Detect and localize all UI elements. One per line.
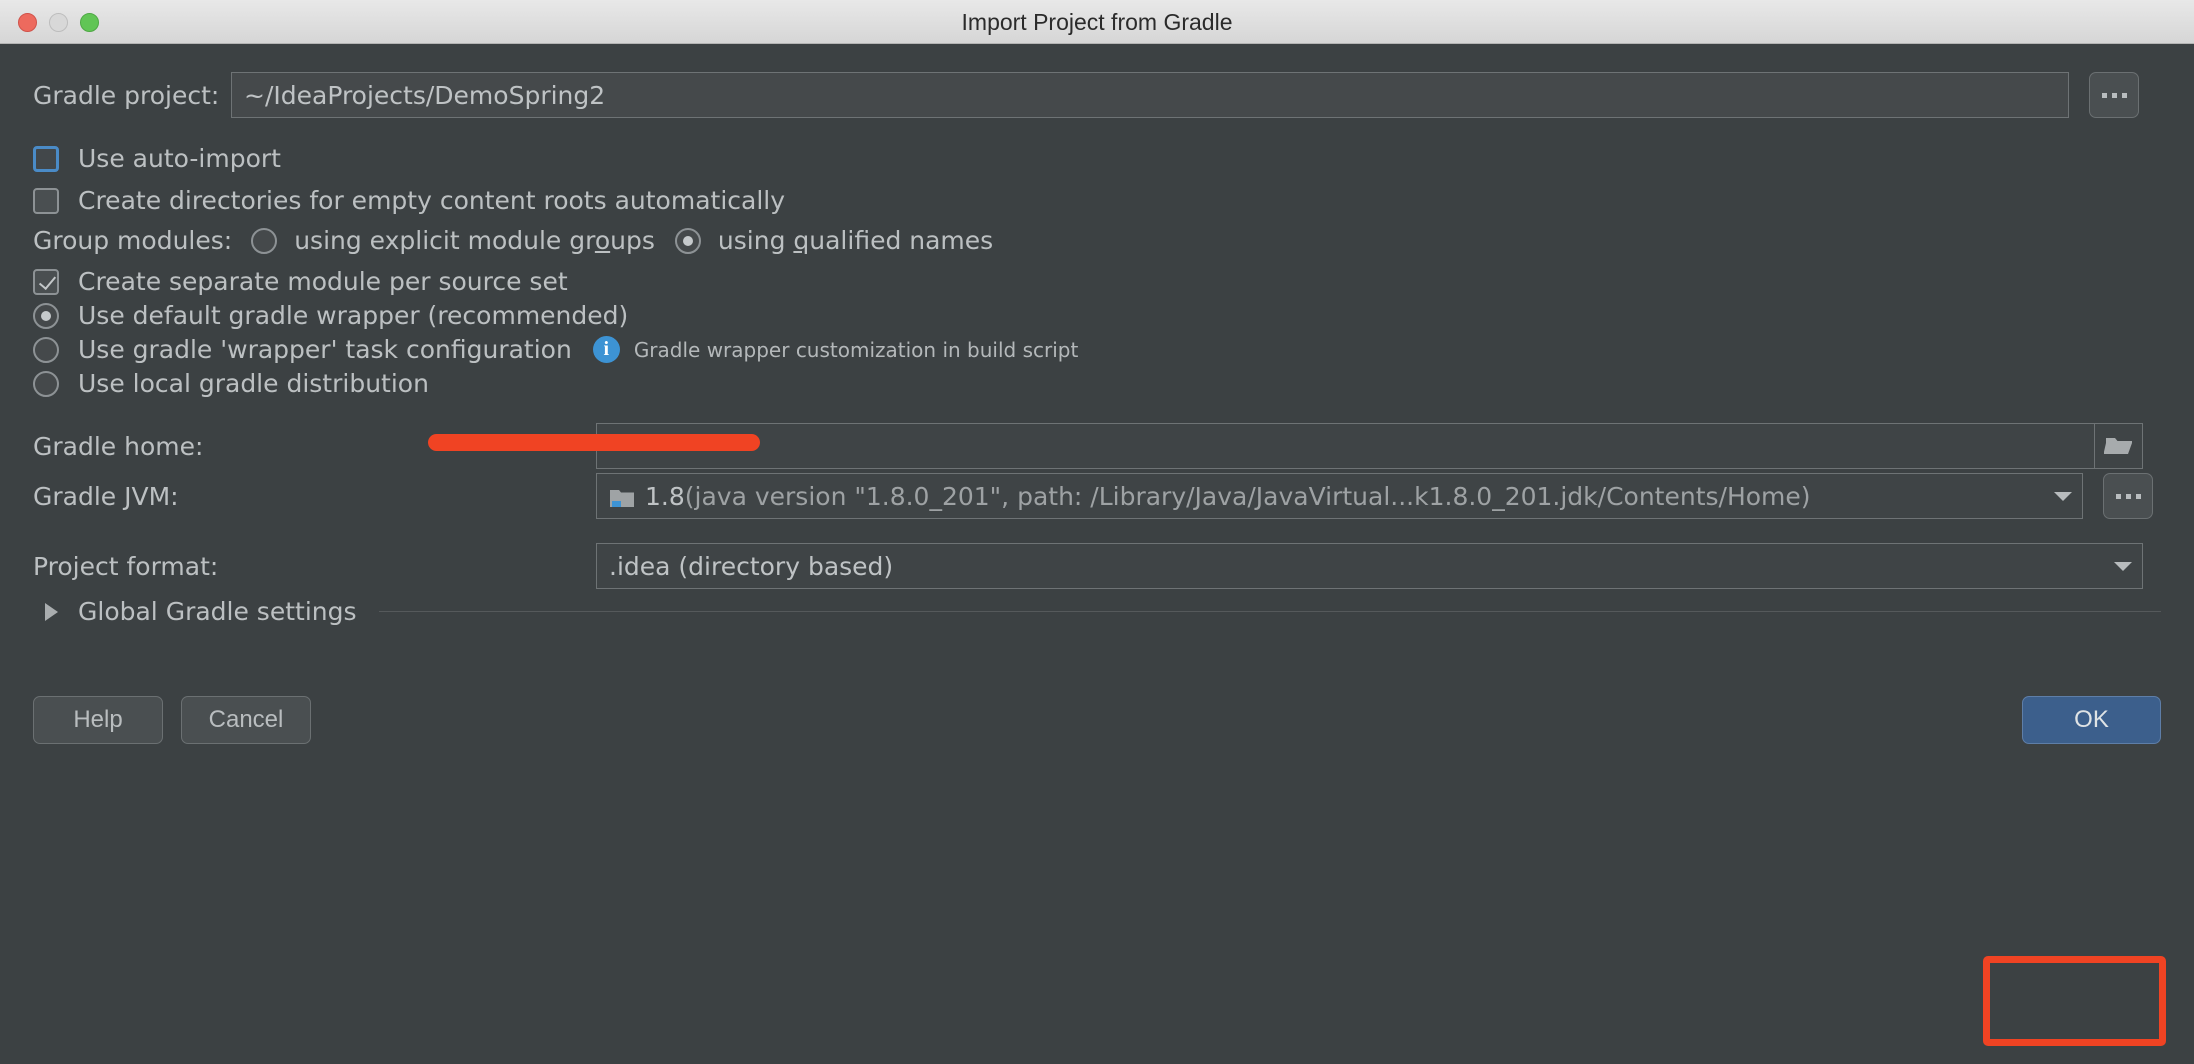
gradle-home-row: Gradle home: — [33, 423, 2143, 469]
group-modules-qualified-radio[interactable] — [674, 227, 701, 254]
create-separate-module-label: Create separate module per source set — [78, 267, 568, 296]
dot-glyph — [2111, 92, 2117, 98]
global-gradle-settings-label: Global Gradle settings — [78, 597, 357, 626]
gradle-home-label: Gradle home: — [33, 431, 204, 461]
dot-glyph — [2135, 493, 2141, 499]
gradle-jvm-label: Gradle JVM: — [33, 481, 179, 511]
gradle-local-distribution-label: Use local gradle distribution — [78, 369, 429, 398]
gradle-local-distribution-row[interactable]: Use local gradle distribution — [33, 369, 429, 398]
jvm-detail: (java version "1.8.0_201", path: /Librar… — [684, 481, 1811, 511]
ok-button[interactable]: OK — [2022, 696, 2161, 744]
chevron-right-icon[interactable] — [45, 602, 58, 621]
gradle-wrapper-default-radio[interactable] — [33, 302, 59, 329]
help-button[interactable]: Help — [33, 696, 163, 744]
gradle-jvm-row: Gradle JVM: 1.8 (java version "1.8.0_201… — [33, 473, 2153, 519]
dot-glyph — [2115, 493, 2121, 499]
gradle-wrapper-task-radio[interactable] — [33, 336, 59, 363]
project-format-label: Project format: — [33, 551, 219, 581]
project-format-row: Project format: .idea (directory based) — [33, 543, 2143, 589]
gradle-wrapper-task-hint: Gradle wrapper customization in build sc… — [633, 337, 1079, 362]
create-directories-label: Create directories for empty content roo… — [78, 186, 786, 215]
gradle-project-row: Gradle project: ~/IdeaProjects/DemoSprin… — [33, 72, 2161, 118]
gradle-home-input[interactable] — [596, 423, 2095, 469]
gradle-wrapper-default-label: Use default gradle wrapper (recommended) — [78, 301, 629, 330]
jvm-version: 1.8 — [645, 481, 685, 511]
dot-glyph — [2101, 92, 2107, 98]
folder-open-icon — [2103, 438, 2132, 454]
group-modules-row: Group modules: using explicit module gro… — [33, 226, 993, 255]
gradle-home-browse-button[interactable] — [2095, 423, 2143, 469]
group-modules-explicit-radio[interactable] — [251, 227, 278, 254]
gradle-wrapper-task-label: Use gradle 'wrapper' task configuration — [78, 335, 572, 364]
dialog-body: Gradle project: ~/IdeaProjects/DemoSprin… — [0, 44, 2194, 1064]
group-modules-qualified-label: using qualified names — [717, 226, 994, 255]
use-auto-import-checkbox[interactable] — [33, 145, 59, 172]
create-separate-module-row[interactable]: Create separate module per source set — [33, 267, 568, 296]
create-directories-checkbox[interactable] — [33, 187, 59, 214]
gradle-jvm-browse-button[interactable] — [2103, 473, 2153, 519]
window-titlebar: Import Project from Gradle — [0, 0, 2194, 44]
section-divider — [378, 611, 2161, 612]
use-auto-import-label: Use auto-import — [78, 144, 281, 173]
checkmark-icon — [38, 273, 55, 290]
gradle-wrapper-default-row[interactable]: Use default gradle wrapper (recommended) — [33, 301, 628, 330]
gradle-jvm-value: 1.8 (java version "1.8.0_201", path: /Li… — [609, 482, 2044, 511]
gradle-wrapper-task-row[interactable]: Use gradle 'wrapper' task configuration … — [33, 335, 1078, 364]
group-modules-label: Group modules: — [33, 226, 233, 255]
use-auto-import-row[interactable]: Use auto-import — [33, 144, 281, 173]
footer-right-buttons: OK — [2022, 696, 2161, 744]
jdk-folder-icon — [609, 486, 635, 507]
dot-glyph — [2121, 92, 2127, 98]
project-format-combobox[interactable]: .idea (directory based) — [596, 543, 2143, 589]
chevron-down-icon[interactable] — [2054, 491, 2072, 501]
footer-left-buttons: Help Cancel — [33, 696, 311, 744]
mnemonic-char: o — [594, 226, 611, 255]
project-format-value: .idea (directory based) — [609, 551, 894, 581]
group-modules-explicit-label: using explicit module groups — [294, 226, 655, 255]
info-icon[interactable]: i — [592, 336, 620, 363]
create-directories-row[interactable]: Create directories for empty content roo… — [33, 186, 785, 215]
global-gradle-settings-row[interactable]: Global Gradle settings — [45, 597, 2161, 626]
cancel-button[interactable]: Cancel — [181, 696, 311, 744]
gradle-jvm-combobox[interactable]: 1.8 (java version "1.8.0_201", path: /Li… — [596, 473, 2083, 519]
create-separate-module-checkbox[interactable] — [33, 268, 59, 295]
dot-glyph — [2125, 493, 2131, 499]
window-title: Import Project from Gradle — [961, 9, 1233, 35]
chevron-down-icon[interactable] — [2114, 561, 2132, 571]
mnemonic-char: q — [793, 226, 810, 255]
gradle-project-label: Gradle project: — [33, 80, 220, 110]
gradle-local-distribution-radio[interactable] — [33, 370, 59, 397]
gradle-project-browse-button[interactable] — [2089, 72, 2139, 118]
gradle-project-input[interactable]: ~/IdeaProjects/DemoSpring2 — [231, 72, 2069, 118]
import-project-gradle-dialog: Import Project from Gradle Gradle projec… — [0, 0, 2194, 1064]
